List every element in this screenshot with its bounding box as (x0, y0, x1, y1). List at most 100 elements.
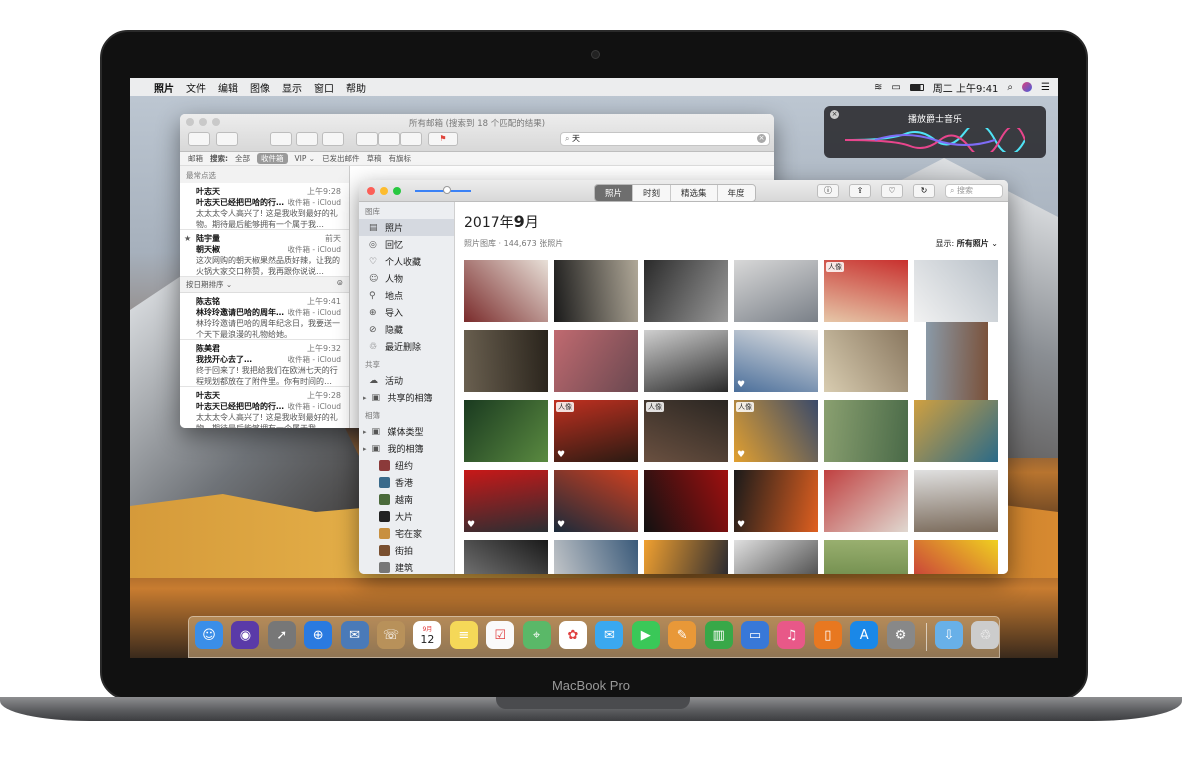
app-menu[interactable]: 照片 (154, 80, 174, 95)
reply-all-button[interactable] (378, 132, 400, 146)
sort-by-date-header[interactable]: 按日期排序 ⌄ ⊜ (180, 277, 349, 293)
photo-thumbnail[interactable] (824, 330, 908, 392)
compose-button[interactable] (216, 132, 238, 146)
calendar-icon[interactable]: 9月 12 (413, 621, 442, 649)
scope-vip[interactable]: VIP ⌄ (295, 154, 316, 163)
photo-thumbnail[interactable] (824, 470, 908, 532)
flag-button[interactable]: ⚑ (428, 132, 458, 146)
ibooks-icon[interactable]: ▯ (813, 621, 842, 649)
sidebar-item[interactable]: ▸ ▣ 共享的相簿 (359, 389, 454, 406)
album-item[interactable]: 建筑 (359, 559, 454, 574)
photo-thumbnail[interactable]: ♥ (554, 470, 638, 532)
scope-sent[interactable]: 已发出邮件 (322, 153, 360, 164)
keynote-icon[interactable]: ▭ (741, 621, 769, 649)
mailbox-toggle[interactable]: 邮箱 (188, 153, 203, 164)
clear-search-icon[interactable]: × (757, 134, 766, 143)
facetime-icon[interactable]: ▶ (631, 621, 660, 649)
scope-flagged[interactable]: 有旗标 (389, 153, 412, 164)
album-item[interactable]: 宅在家 (359, 525, 454, 542)
photo-thumbnail[interactable] (914, 400, 998, 462)
disclosure-triangle-icon[interactable]: ▸ (363, 394, 367, 402)
photo-thumbnail[interactable]: 人像 (824, 260, 908, 322)
message-row[interactable]: 叶志天 上午9:28 叶志天已经把巴哈的行… 收件箱 - iCloud 太太太令人高… (180, 387, 349, 428)
photos-search-field[interactable]: ⌕ 搜索 (945, 184, 1003, 198)
zoom-button[interactable] (393, 187, 401, 195)
photo-thumbnail[interactable] (644, 470, 728, 532)
minimize-button[interactable] (380, 187, 388, 195)
photo-thumbnail[interactable] (824, 540, 908, 574)
wifi-icon[interactable]: ≋ (874, 82, 882, 93)
sidebar-item[interactable]: ♲ 最近删除 (359, 338, 454, 355)
photos-viewer-icon[interactable]: ✉ (340, 621, 369, 649)
siri-icon[interactable]: ◉ (231, 621, 260, 649)
sidebar-item[interactable]: ☁ 活动 (359, 372, 454, 389)
message-row[interactable]: ★ 陆宇量 前天 朝天椒 收件箱 - iCloud 这次网购的朝天椒果然品质好辣，让… (180, 230, 349, 277)
mail-search-field[interactable]: ⌕ 天 × (560, 132, 770, 146)
photo-thumbnail[interactable]: 人像 (644, 400, 728, 462)
photo-thumbnail[interactable] (644, 540, 728, 574)
photo-thumbnail[interactable] (926, 322, 988, 402)
photo-thumbnail[interactable]: 人像 ♥ (554, 400, 638, 462)
album-item[interactable]: 街拍 (359, 542, 454, 559)
menu-file[interactable]: 文件 (186, 80, 206, 95)
photo-thumbnail[interactable]: ♥ (734, 330, 818, 392)
photo-thumbnail[interactable]: 人像 ♥ (734, 400, 818, 462)
finder-icon[interactable]: ☺ (195, 621, 223, 649)
tab-photos[interactable]: 照片 (595, 185, 634, 201)
zoom-slider[interactable] (415, 186, 471, 194)
album-item[interactable]: 纽约 (359, 457, 454, 474)
numbers-icon[interactable]: ▥ (704, 621, 733, 649)
album-item[interactable]: 大片 (359, 508, 454, 525)
photo-thumbnail[interactable]: ♥ (464, 470, 548, 532)
photo-thumbnail[interactable] (554, 260, 638, 322)
notification-center-icon[interactable]: ☰ (1041, 82, 1050, 93)
battery-icon[interactable] (909, 83, 924, 91)
photo-thumbnail[interactable]: ♥ (734, 470, 818, 532)
filter-icon[interactable]: ⊜ (337, 278, 343, 287)
photo-thumbnail[interactable] (914, 260, 998, 322)
archive-button[interactable] (270, 132, 292, 146)
zoom-slider-thumb[interactable] (443, 186, 451, 194)
system-preferences-icon[interactable]: ⚙ (886, 621, 915, 649)
tab-moments[interactable]: 时刻 (633, 185, 672, 201)
sidebar-item[interactable]: ▸ ▣ 我的相簿 (359, 440, 454, 457)
sidebar-item[interactable]: ☺ 人物 (359, 270, 454, 287)
album-item[interactable]: 香港 (359, 474, 454, 491)
disclosure-triangle-icon[interactable]: ▸ (363, 428, 367, 436)
tab-years[interactable]: 年度 (717, 185, 755, 201)
close-button[interactable] (367, 187, 375, 195)
sidebar-item[interactable]: ⊘ 隐藏 (359, 321, 454, 338)
message-row[interactable]: 叶志天 上午9:28 叶志天已经把巴哈的行… 收件箱 - iCloud 太太太令人高… (180, 183, 349, 230)
menu-window[interactable]: 窗口 (314, 80, 334, 95)
menu-edit[interactable]: 编辑 (218, 80, 238, 95)
menu-view[interactable]: 显示 (282, 80, 302, 95)
scope-inbox[interactable]: 收件箱 (257, 153, 288, 164)
photo-thumbnail[interactable] (554, 540, 638, 574)
sidebar-item[interactable]: ▸ ▣ 媒体类型 (359, 423, 454, 440)
tab-collections[interactable]: 精选集 (671, 185, 718, 201)
photo-thumbnail[interactable] (734, 260, 818, 322)
favorite-icon[interactable]: ♡ (881, 184, 903, 198)
photo-thumbnail[interactable] (644, 260, 728, 322)
info-icon[interactable]: ⓘ (817, 184, 839, 198)
photo-thumbnail[interactable] (914, 540, 998, 574)
airplay-icon[interactable]: ▭ (891, 82, 900, 93)
siri-icon[interactable] (1022, 82, 1033, 92)
appstore-icon[interactable]: A (850, 621, 879, 649)
scope-drafts[interactable]: 草稿 (367, 153, 382, 164)
show-filter[interactable]: 显示: 所有照片 ⌄ (936, 238, 999, 249)
delete-button[interactable] (296, 132, 318, 146)
menu-image[interactable]: 图像 (250, 80, 270, 95)
reminders-icon[interactable]: ☑ (486, 621, 515, 649)
photo-thumbnail[interactable] (464, 400, 548, 462)
maps-icon[interactable]: ⌖ (522, 621, 551, 649)
menu-help[interactable]: 帮助 (346, 80, 366, 95)
sidebar-item[interactable]: ♡ 个人收藏 (359, 253, 454, 270)
photo-thumbnail[interactable] (644, 330, 728, 392)
messages-icon[interactable]: ✉ (595, 621, 624, 649)
sidebar-item[interactable]: ◎ 回忆 (359, 236, 454, 253)
photo-thumbnail[interactable] (914, 470, 998, 532)
itunes-icon[interactable]: ♫ (777, 621, 806, 649)
pages-icon[interactable]: ✎ (668, 621, 697, 649)
junk-button[interactable] (322, 132, 344, 146)
